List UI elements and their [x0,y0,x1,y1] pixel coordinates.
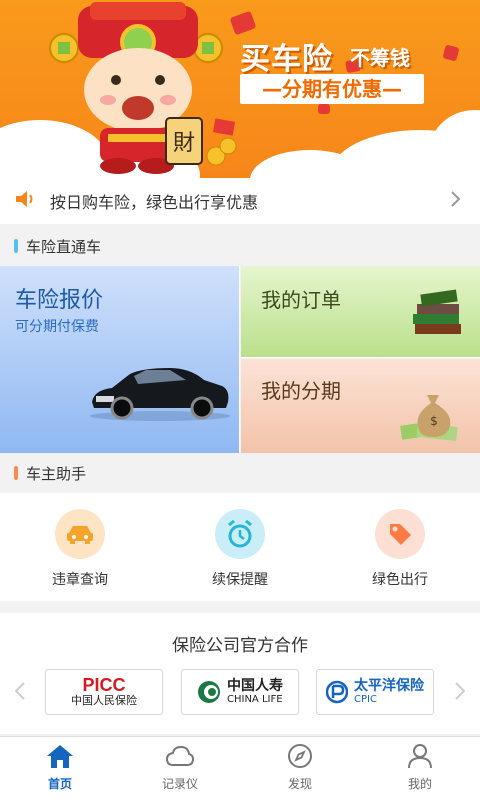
red-packet-icon [442,44,460,62]
section-title: 车险直通车 [26,237,102,256]
chevron-right-icon[interactable] [454,681,466,705]
tab-label: 发现 [287,777,312,791]
logo-main: PICC [82,675,126,695]
bottom-tab-bar: 首页 记录仪 发现 我的 [0,736,480,800]
cloud-icon [165,745,195,766]
green-travel-button[interactable]: 绿色出行 [320,493,480,601]
books-icon [413,289,461,334]
china-life-logo[interactable]: 中国人寿 CHINA LIFE [181,669,299,715]
cpic-logo[interactable]: 太平洋保险 CPIC [316,669,434,715]
tab-profile[interactable]: 我的 [360,737,480,800]
tab-recorder[interactable]: 记录仪 [120,737,240,800]
tag-icon [375,509,425,559]
notice-text: 按日购车险，绿色出行享优惠 [50,193,259,212]
tab-label: 我的 [407,777,432,791]
quote-subtitle: 可分期付保费 [15,319,99,335]
alarm-clock-icon [215,509,265,559]
quote-title: 车险报价 [15,288,104,313]
logo-sub: 中国人民保险 [71,694,137,707]
chevron-left-icon[interactable] [14,681,26,705]
notice-bar[interactable]: 按日购车险，绿色出行享优惠 [0,178,480,224]
section-marker [14,466,18,480]
quote-tile[interactable]: 车险报价 可分期付保费 [0,266,240,453]
user-icon [408,744,432,769]
chevron-right-icon [450,190,480,212]
car-icon [55,509,105,559]
banner-title-suffix: 不筹钱 [350,46,410,70]
assistant-label: 续保提醒 [212,572,268,588]
banner-cloud [430,110,480,178]
picc-logo[interactable]: PICC 中国人民保险 [45,669,163,715]
installments-tile[interactable]: 我的分期 $ [241,359,480,453]
tab-label: 记录仪 [161,777,198,791]
section-header-direct: 车险直通车 [0,226,480,266]
money-bag-icon: $ [400,395,458,441]
banner-title: 买车险 [240,42,333,77]
cpic-emblem-icon [326,680,348,704]
section-marker [14,239,18,253]
tab-home[interactable]: 首页 [0,737,120,800]
assistant-label: 绿色出行 [372,572,428,588]
china-life-emblem-icon [198,681,220,703]
car-image [90,368,230,421]
tab-label: 首页 [47,777,72,791]
red-packet-icon [318,104,330,114]
service-grid: 车险报价 可分期付保费 我的订单 我的分期 $ [0,266,480,453]
assistant-label: 违章查询 [52,572,108,588]
home-icon [47,745,73,768]
partners-section: 保险公司官方合作 PICC 中国人民保险 中国人寿 CHINA LIFE 太平洋… [0,613,480,734]
orders-title: 我的订单 [261,288,341,312]
orders-tile[interactable]: 我的订单 [241,266,480,358]
figure-character: 財 [173,131,195,156]
section-header-assistant: 车主助手 [0,453,480,493]
logo-main: 中国人寿 [227,678,283,694]
logo-sub: CPIC [354,694,377,705]
logo-sub: CHINA LIFE [227,694,283,705]
section-title: 车主助手 [26,464,87,483]
logo-main: 太平洋保险 [354,678,424,694]
speaker-icon [0,189,40,213]
tab-discover[interactable]: 发现 [240,737,360,800]
svg-text:$: $ [430,414,438,428]
banner-subtitle: —分期有优惠— [240,74,424,104]
promo-banner[interactable]: 財 买车险 不筹钱 —分期有优惠— [0,0,480,178]
violation-query-button[interactable]: 违章查询 [0,493,160,601]
installments-title: 我的分期 [261,379,341,403]
assistant-row: 违章查询 续保提醒 绿色出行 [0,493,480,601]
partners-title: 保险公司官方合作 [172,636,308,656]
renewal-reminder-button[interactable]: 续保提醒 [160,493,320,601]
compass-icon [288,744,312,768]
god-of-wealth-figure: 財 [49,2,237,174]
